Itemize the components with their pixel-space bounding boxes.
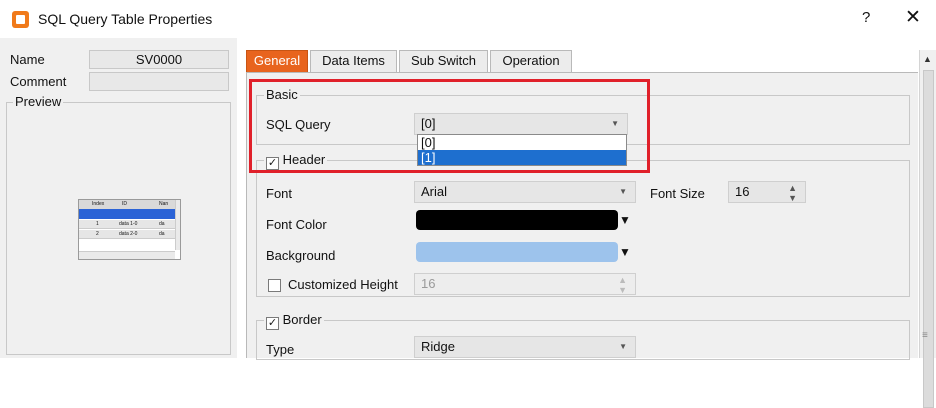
close-button[interactable]: ✕ xyxy=(905,6,921,29)
preview-cell: 1 xyxy=(96,221,99,227)
background-label: Background xyxy=(266,248,336,263)
customized-height-checkbox[interactable] xyxy=(268,279,281,292)
border-group-title: ✓ Border xyxy=(264,312,324,330)
spin-arrows-icon: ▲ ▼ xyxy=(618,275,627,295)
background-color-swatch[interactable] xyxy=(416,242,618,262)
background-color-dropdown-icon[interactable]: ▼ xyxy=(619,245,631,259)
scrollbar-thumb[interactable] xyxy=(923,70,934,408)
font-color-dropdown-icon[interactable]: ▼ xyxy=(619,213,631,227)
tab-sub-switch[interactable]: Sub Switch xyxy=(399,50,488,72)
preview-cell: da xyxy=(159,221,165,227)
comment-field[interactable] xyxy=(89,72,229,91)
window-title: SQL Query Table Properties xyxy=(38,11,213,27)
content-scrollbar[interactable]: ▲ xyxy=(919,50,936,408)
preview-cell: data 2-0 xyxy=(119,231,138,237)
name-field[interactable]: SV0000 xyxy=(89,50,229,69)
customized-height-value: 16 xyxy=(421,276,436,291)
preview-header-index: Index xyxy=(92,201,105,207)
chevron-down-icon: ▼ xyxy=(619,187,627,196)
preview-label: Preview xyxy=(13,94,64,109)
preview-horizontal-scrollbar xyxy=(79,251,175,259)
preview-table: Index ID Nan 1 data 1-0 da 2 data 2-0 da xyxy=(78,199,181,260)
help-button[interactable]: ? xyxy=(862,9,870,26)
tab-general[interactable]: General xyxy=(246,50,308,72)
preview-cell: 2 xyxy=(96,231,99,237)
scroll-grip-icon: ≡ xyxy=(922,330,928,341)
tab-data-items[interactable]: Data Items xyxy=(310,50,397,72)
tab-operation[interactable]: Operation xyxy=(490,50,572,72)
preview-row: 2 data 2-0 da xyxy=(79,230,175,239)
font-size-value: 16 xyxy=(735,184,750,199)
font-select[interactable]: Arial ▼ xyxy=(414,181,636,203)
border-checkbox[interactable]: ✓ xyxy=(266,317,279,330)
scroll-up-arrow-icon[interactable]: ▲ xyxy=(923,54,932,64)
border-type-select[interactable]: Ridge ▼ xyxy=(414,336,636,358)
font-value: Arial xyxy=(421,184,448,199)
preview-header-name: Nan xyxy=(159,201,169,207)
font-size-stepper[interactable]: 16 ▲ ▼ xyxy=(728,181,806,203)
preview-vertical-scrollbar xyxy=(175,200,180,250)
preview-cell: da xyxy=(159,231,165,237)
font-label: Font xyxy=(266,186,293,201)
title-bar: SQL Query Table Properties ? ✕ xyxy=(0,0,936,38)
preview-table-header: Index ID Nan xyxy=(79,200,175,209)
customized-height-stepper[interactable]: 16 ▲ ▼ xyxy=(414,273,636,295)
font-size-label: Font Size xyxy=(650,186,705,201)
preview-cell: data 1-0 xyxy=(119,221,138,227)
preview-selected-row xyxy=(79,209,175,219)
preview-row: 1 data 1-0 da xyxy=(79,220,175,229)
name-label: Name xyxy=(10,52,45,67)
border-type-value: Ridge xyxy=(421,339,455,354)
highlight-box xyxy=(249,79,650,173)
customized-height-label: Customized Height xyxy=(288,277,398,292)
preview-header-id: ID xyxy=(122,201,127,207)
border-type-label: Type xyxy=(266,342,295,357)
font-color-swatch[interactable] xyxy=(416,210,618,230)
spin-arrows-icon: ▲ ▼ xyxy=(788,183,797,203)
font-color-label: Font Color xyxy=(266,217,327,232)
app-icon xyxy=(12,11,29,28)
border-group-label: Border xyxy=(282,312,322,327)
comment-label: Comment xyxy=(10,74,67,89)
chevron-down-icon: ▼ xyxy=(619,342,627,351)
